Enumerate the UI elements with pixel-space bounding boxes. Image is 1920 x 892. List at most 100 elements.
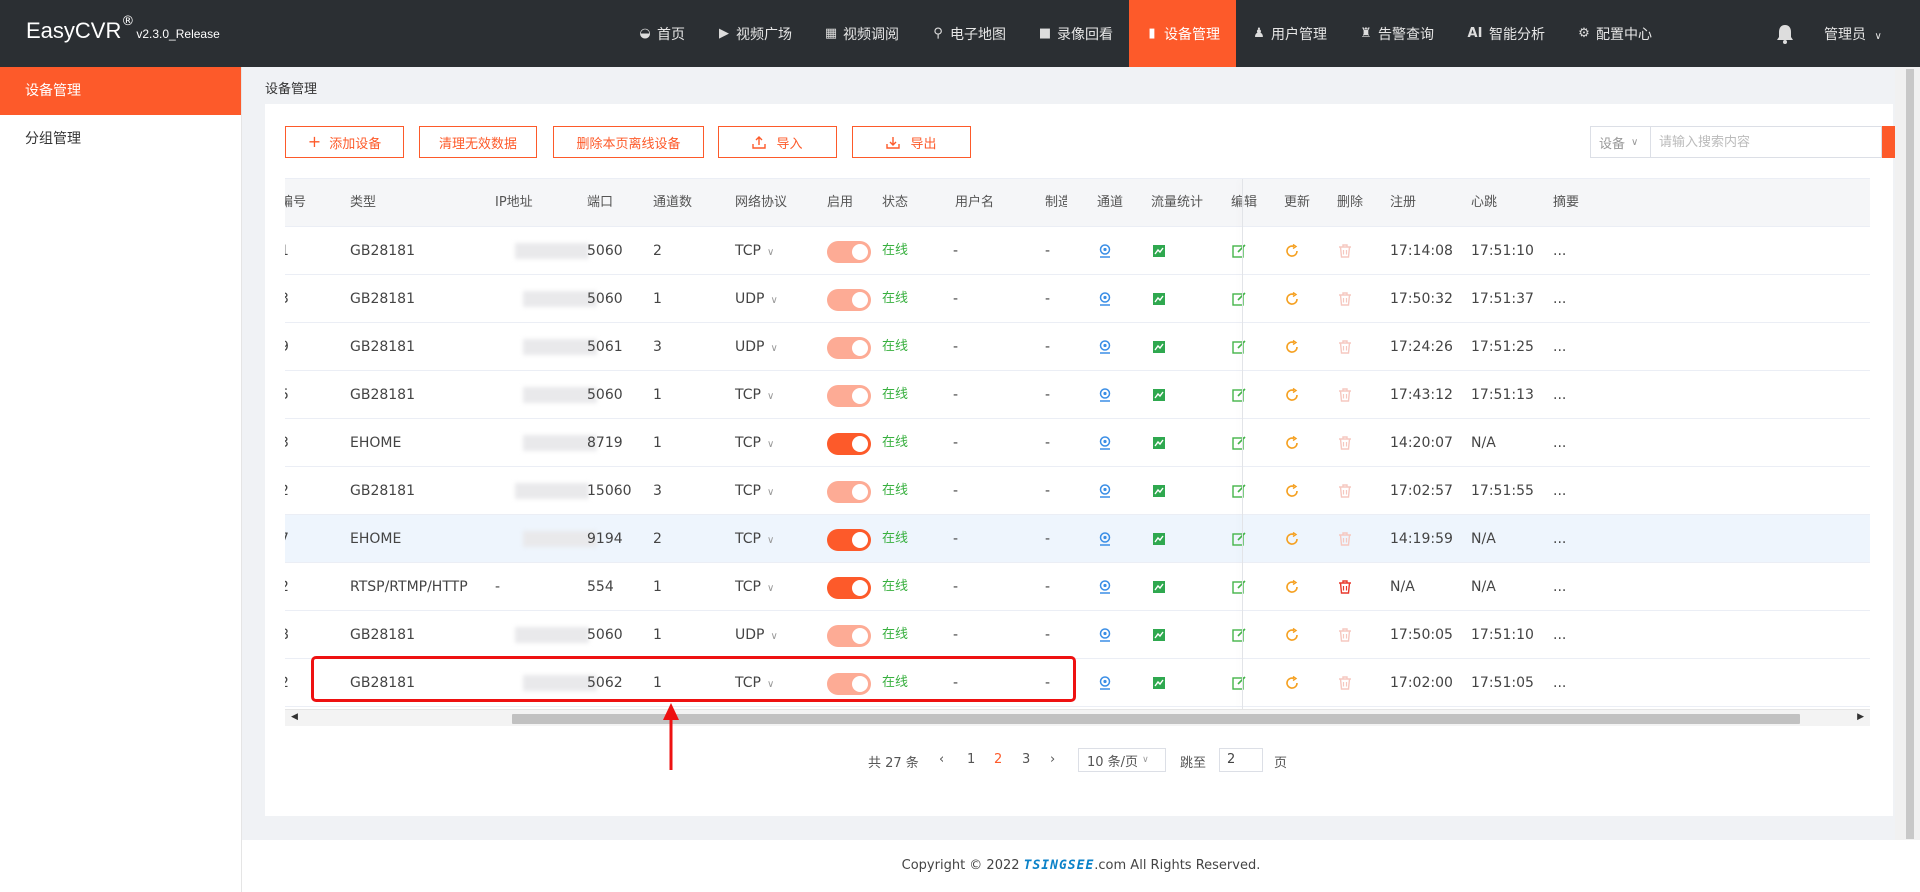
page-vertical-scroll-thumb[interactable]	[1906, 69, 1914, 839]
refresh-icon[interactable]	[1284, 675, 1300, 691]
chart-icon[interactable]	[1151, 339, 1167, 355]
chart-icon[interactable]	[1151, 291, 1167, 307]
trash-icon[interactable]	[1337, 435, 1353, 451]
edit-icon[interactable]	[1231, 387, 1247, 403]
protocol-select[interactable]: TCP ∨	[735, 419, 774, 467]
horizontal-scroll-thumb[interactable]	[512, 714, 1800, 724]
import-button[interactable]: 导入	[718, 126, 837, 158]
chart-icon[interactable]	[1151, 243, 1167, 259]
protocol-select[interactable]: TCP ∨	[735, 563, 774, 611]
table-row[interactable]: 1 GB28181 5060 2 TCP ∨ 在线 - - 17:14:08 17:51:10...	[285, 227, 1870, 275]
edit-icon[interactable]	[1231, 531, 1247, 547]
refresh-icon[interactable]	[1284, 579, 1300, 595]
page-size-select[interactable]: 10 条/页 ∨	[1078, 748, 1166, 772]
trash-icon[interactable]	[1337, 291, 1353, 307]
jump-page-input[interactable]: 2	[1219, 748, 1263, 772]
protocol-select[interactable]: UDP ∨	[735, 275, 778, 323]
protocol-select[interactable]: UDP ∨	[735, 611, 778, 659]
enable-toggle[interactable]	[827, 241, 871, 263]
monitor-icon[interactable]	[1097, 291, 1113, 307]
protocol-select[interactable]: TCP ∨	[735, 371, 774, 419]
refresh-icon[interactable]	[1284, 339, 1300, 355]
edit-icon[interactable]	[1231, 579, 1247, 595]
monitor-icon[interactable]	[1097, 243, 1113, 259]
table-row[interactable]: 2 GB28181 15060 3 TCP ∨ 在线 - - 17:02:57 17:51:55..…	[285, 467, 1870, 515]
protocol-select[interactable]: TCP ∨	[735, 227, 774, 275]
protocol-select[interactable]: TCP ∨	[735, 515, 774, 563]
monitor-icon[interactable]	[1097, 627, 1113, 643]
edit-icon[interactable]	[1231, 627, 1247, 643]
enable-toggle[interactable]	[827, 289, 871, 311]
edit-icon[interactable]	[1231, 675, 1247, 691]
pagination-page-1[interactable]: 1	[967, 752, 975, 767]
trash-icon[interactable]	[1337, 531, 1353, 547]
scroll-left-arrow[interactable]: ◀	[291, 712, 298, 722]
sidebar-item-device-management[interactable]: 设备管理	[0, 67, 241, 115]
horizontal-scrollbar[interactable]: ◀ ▶	[285, 709, 1870, 726]
chart-icon[interactable]	[1151, 483, 1167, 499]
chart-icon[interactable]	[1151, 627, 1167, 643]
table-row[interactable]: 2 RTSP/RTMP/HTTP - 554 1 TCP ∨ 在线 - - N/A N/A...	[285, 563, 1870, 611]
nav-item-alarm[interactable]: ♜ 告警查询	[1343, 0, 1450, 67]
monitor-icon[interactable]	[1097, 531, 1113, 547]
edit-icon[interactable]	[1231, 291, 1247, 307]
scroll-right-arrow[interactable]: ▶	[1857, 712, 1864, 722]
nav-item-dashboard[interactable]: ◒ 首页	[622, 0, 701, 67]
nav-item-user[interactable]: ♟ 用户管理	[1236, 0, 1343, 67]
trash-icon[interactable]	[1337, 579, 1353, 595]
enable-toggle[interactable]	[827, 385, 871, 407]
monitor-icon[interactable]	[1097, 387, 1113, 403]
trash-icon[interactable]	[1337, 483, 1353, 499]
user-menu[interactable]: 管理员 ∨	[1824, 24, 1882, 44]
refresh-icon[interactable]	[1284, 291, 1300, 307]
chart-icon[interactable]	[1151, 531, 1167, 547]
pagination-next[interactable]: ›	[1050, 752, 1055, 767]
nav-item-book[interactable]: ▮ 设备管理	[1129, 0, 1236, 67]
pagination-prev[interactable]: ‹	[939, 752, 944, 767]
enable-toggle[interactable]	[827, 337, 871, 359]
pagination-page-3[interactable]: 3	[1022, 752, 1030, 767]
nav-item-play-circle[interactable]: ▶ 视频广场	[701, 0, 808, 67]
table-row[interactable]: 8 GB28181 5060 1 UDP ∨ 在线 - - 17:50:05 17:51:10...	[285, 611, 1870, 659]
pagination-page-2[interactable]: 2	[994, 752, 1002, 767]
delete-offline-button[interactable]: 删除本页离线设备	[553, 126, 704, 158]
monitor-icon[interactable]	[1097, 339, 1113, 355]
monitor-icon[interactable]	[1097, 483, 1113, 499]
edit-icon[interactable]	[1231, 435, 1247, 451]
enable-toggle[interactable]	[827, 577, 871, 599]
search-input[interactable]	[1650, 126, 1882, 158]
clean-invalid-data-button[interactable]: 清理无效数据	[419, 126, 537, 158]
nav-item-gear[interactable]: ⚙ 配置中心	[1561, 0, 1668, 67]
refresh-icon[interactable]	[1284, 387, 1300, 403]
trash-icon[interactable]	[1337, 675, 1353, 691]
edit-icon[interactable]	[1231, 339, 1247, 355]
chart-icon[interactable]	[1151, 675, 1167, 691]
chart-icon[interactable]	[1151, 387, 1167, 403]
monitor-icon[interactable]	[1097, 675, 1113, 691]
enable-toggle[interactable]	[827, 433, 871, 455]
trash-icon[interactable]	[1337, 339, 1353, 355]
chart-icon[interactable]	[1151, 579, 1167, 595]
trash-icon[interactable]	[1337, 387, 1353, 403]
table-row[interactable]: 5 GB28181 5060 1 TCP ∨ 在线 - - 17:43:12 17:51:13...	[285, 371, 1870, 419]
table-row[interactable]: 7 EHOME 9194 2 TCP ∨ 在线 - - 14:19:59 N/A...	[285, 515, 1870, 563]
refresh-icon[interactable]	[1284, 483, 1300, 499]
edit-icon[interactable]	[1231, 243, 1247, 259]
monitor-icon[interactable]	[1097, 579, 1113, 595]
chart-icon[interactable]	[1151, 435, 1167, 451]
trash-icon[interactable]	[1337, 627, 1353, 643]
edit-icon[interactable]	[1231, 483, 1247, 499]
nav-item-grid[interactable]: ▦ 视频调阅	[808, 0, 915, 67]
refresh-icon[interactable]	[1284, 531, 1300, 547]
export-button[interactable]: 导出	[852, 126, 971, 158]
refresh-icon[interactable]	[1284, 243, 1300, 259]
nav-item-map-pin[interactable]: ⚲ 电子地图	[915, 0, 1022, 67]
enable-toggle[interactable]	[827, 529, 871, 551]
sidebar-item-group-management[interactable]: 分组管理	[0, 115, 241, 163]
bell-icon[interactable]	[1776, 24, 1794, 44]
add-device-button[interactable]: + 添加设备	[285, 126, 404, 158]
monitor-icon[interactable]	[1097, 435, 1113, 451]
refresh-icon[interactable]	[1284, 435, 1300, 451]
enable-toggle[interactable]	[827, 481, 871, 503]
table-row[interactable]: 3 GB28181 5060 1 UDP ∨ 在线 - - 17:50:32 17:51:37...	[285, 275, 1870, 323]
